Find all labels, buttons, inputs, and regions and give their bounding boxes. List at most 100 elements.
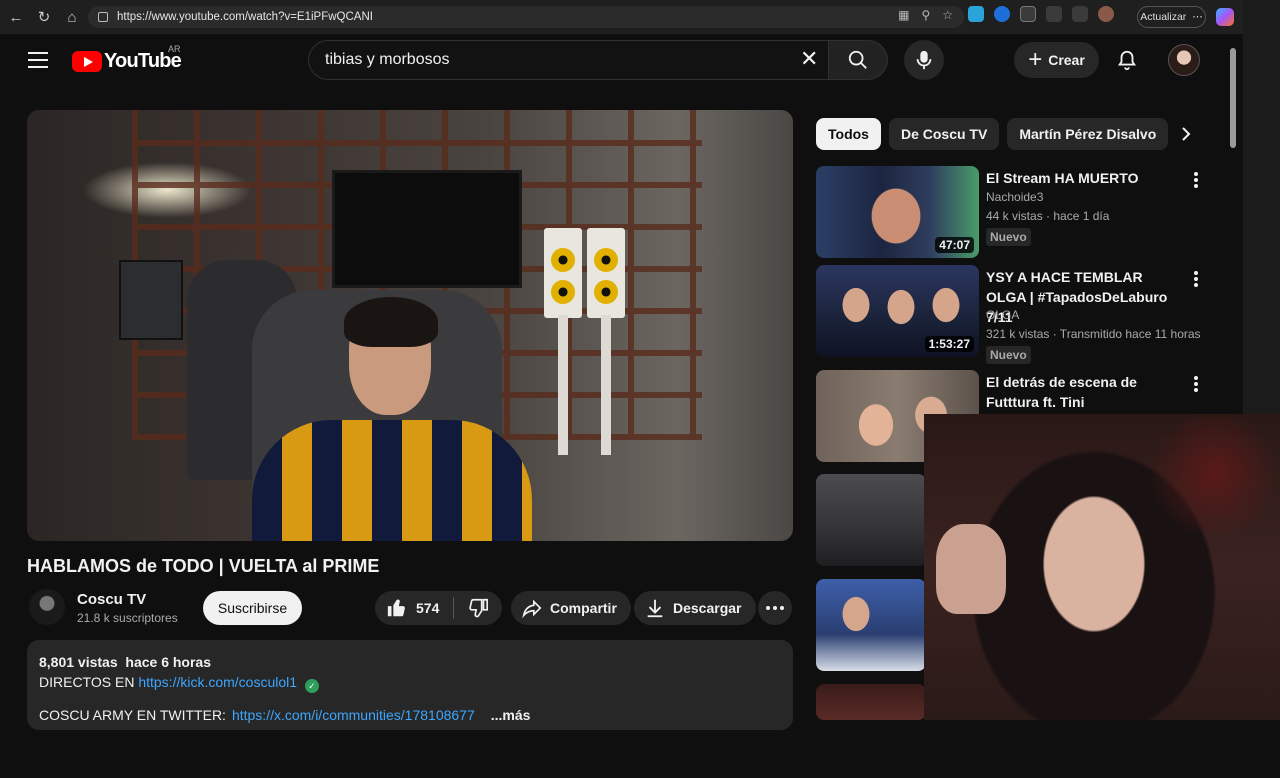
search-icon [848, 50, 867, 69]
home-icon[interactable]: ⌂ [58, 3, 86, 31]
search-input[interactable]: tibias y morbosos [308, 40, 838, 80]
profile-avatar-icon[interactable] [1098, 6, 1114, 22]
scrollbar-thumb[interactable] [1230, 48, 1236, 148]
favorite-star-icon[interactable]: ☆ [942, 8, 953, 22]
kebab-menu-icon[interactable] [1192, 269, 1200, 289]
youtube-header: YouTube AR tibias y morbosos ✕ + Crear [0, 34, 1228, 90]
kebab-menu-icon[interactable] [1192, 170, 1200, 190]
video-description[interactable]: 8,801 vistas hace 6 horas DIRECTOS EN ht… [27, 640, 793, 730]
description-stats: 8,801 vistas hace 6 horas [39, 654, 781, 670]
clear-search-icon[interactable]: ✕ [800, 48, 818, 70]
extension-icon[interactable] [968, 6, 984, 22]
address-bar[interactable]: https://www.youtube.com/watch?v=E1iPFwQC… [88, 6, 964, 28]
channel-name[interactable]: Coscu TV [77, 591, 146, 608]
app-icon[interactable]: ▦ [898, 8, 909, 22]
back-icon[interactable]: ← [2, 3, 30, 31]
search-query: tibias y morbosos [325, 51, 450, 68]
split-screen-icon[interactable] [1046, 6, 1062, 22]
video-duration: 1:53:27 [924, 336, 974, 352]
video-thumbnail[interactable] [816, 579, 926, 671]
video-thumbnail[interactable]: 1:53:27 [816, 265, 979, 357]
video-thumbnail[interactable]: 47:07 [816, 166, 979, 258]
account-avatar[interactable] [1168, 44, 1200, 76]
video-frame-tv [332, 170, 522, 288]
extensions-puzzle-icon[interactable] [1020, 6, 1036, 22]
recommendation-channel[interactable]: Nachoide3 [986, 190, 1043, 204]
kick-link[interactable]: https://kick.com/cosculol1 [138, 674, 297, 690]
video-frame-stand [601, 315, 611, 455]
chip-topic[interactable]: Martín Pérez Disalvo [1007, 118, 1169, 150]
show-more-link[interactable]: ...más [491, 707, 531, 723]
more-actions-button[interactable] [758, 591, 792, 625]
share-button[interactable]: Compartir [511, 591, 631, 625]
search-button[interactable] [828, 40, 888, 80]
verified-check-icon: ✓ [304, 679, 319, 693]
recommendation-stats: 44 k vistas · hace 1 día [986, 209, 1110, 223]
reload-icon[interactable]: ↻ [30, 3, 58, 31]
youtube-logo[interactable]: YouTube AR [72, 44, 182, 73]
youtube-play-icon [72, 51, 102, 72]
recommendation-title[interactable]: El Stream HA MUERTO [986, 168, 1186, 188]
create-label: Crear [1048, 52, 1085, 68]
hamburger-menu-icon[interactable] [28, 52, 48, 68]
recommendation-channel[interactable]: OLGA [986, 308, 1019, 322]
description-line: DIRECTOS EN https://kick.com/cosculol1 ✓ [39, 674, 781, 693]
webcam-hand [936, 524, 1006, 614]
share-icon [522, 599, 542, 619]
view-count: 8,801 vistas [39, 654, 118, 670]
new-badge: Nuevo [986, 228, 1031, 246]
plus-icon: + [1028, 46, 1043, 73]
filter-chips: Todos De Coscu TV Martín Pérez Disalvo [816, 118, 1169, 150]
like-button[interactable]: 574 [375, 597, 453, 619]
chip-channel[interactable]: De Coscu TV [888, 118, 1000, 150]
description-prefix: COSCU ARMY EN TWITTER: [39, 707, 226, 723]
video-thumbnail[interactable] [816, 684, 926, 720]
notifications-bell-icon[interactable] [1116, 48, 1138, 72]
voice-search-button[interactable] [904, 40, 944, 80]
download-button[interactable]: Descargar [634, 591, 756, 625]
create-button[interactable]: + Crear [1014, 42, 1099, 78]
video-title: HABLAMOS de TODO | VUELTA al PRIME [27, 556, 380, 576]
video-thumbnail[interactable] [816, 474, 926, 566]
kebab-menu-icon[interactable] [1192, 374, 1200, 394]
extension-icon[interactable] [994, 6, 1010, 22]
webcam-overlay [924, 414, 1280, 720]
new-badge: Nuevo [986, 346, 1031, 364]
more-dots-icon: ⋯ [1192, 11, 1203, 23]
more-dots-icon [766, 606, 770, 610]
video-frame-stand [558, 315, 568, 455]
country-code: AR [168, 44, 181, 54]
recommendation-stats: 321 k vistas · Transmitido hace 11 horas [986, 327, 1201, 341]
microphone-icon [916, 50, 932, 70]
upload-time: hace 6 horas [125, 654, 212, 670]
site-info-icon[interactable] [98, 12, 108, 22]
zoom-icon[interactable]: ⚲ [921, 8, 930, 22]
video-frame-speaker [587, 228, 625, 318]
video-frame-speaker [544, 228, 582, 318]
like-count: 574 [416, 600, 440, 616]
thumbs-down-icon [469, 598, 488, 618]
subscribe-button[interactable]: Suscribirse [203, 591, 302, 625]
like-dislike-group: 574 [375, 591, 502, 625]
update-button[interactable]: Actualizar ⋯ [1137, 6, 1206, 28]
description-line: COSCU ARMY EN TWITTER: https://x.com/i/c… [39, 707, 781, 723]
video-frame-monitor [119, 260, 183, 340]
favorites-icon[interactable] [1072, 6, 1088, 22]
recommendation-item[interactable]: 47:07 El Stream HA MUERTO Nachoide3 44 k… [816, 166, 1226, 260]
browser-toolbar: ← ↻ ⌂ https://www.youtube.com/watch?v=E1… [0, 0, 1243, 34]
update-label: Actualizar [1140, 11, 1187, 23]
recommendation-title[interactable]: El detrás de escena de Futttura ft. Tini [986, 372, 1186, 412]
dislike-button[interactable] [454, 597, 502, 619]
video-player[interactable] [27, 110, 793, 541]
copilot-icon[interactable] [1216, 8, 1234, 26]
chip-all[interactable]: Todos [816, 118, 881, 150]
twitter-link[interactable]: https://x.com/i/communities/178108677 [232, 707, 475, 723]
channel-avatar[interactable] [29, 589, 65, 625]
url-text: https://www.youtube.com/watch?v=E1iPFwQC… [117, 11, 373, 23]
subscriber-count: 21.8 k suscriptores [77, 611, 178, 625]
chevron-right-icon[interactable] [1172, 120, 1200, 148]
video-duration: 47:07 [935, 237, 974, 253]
download-icon [647, 599, 663, 618]
video-frame-person [232, 297, 532, 541]
recommendation-item[interactable]: 1:53:27 YSY A HACE TEMBLAR OLGA | #Tapad… [816, 265, 1226, 364]
